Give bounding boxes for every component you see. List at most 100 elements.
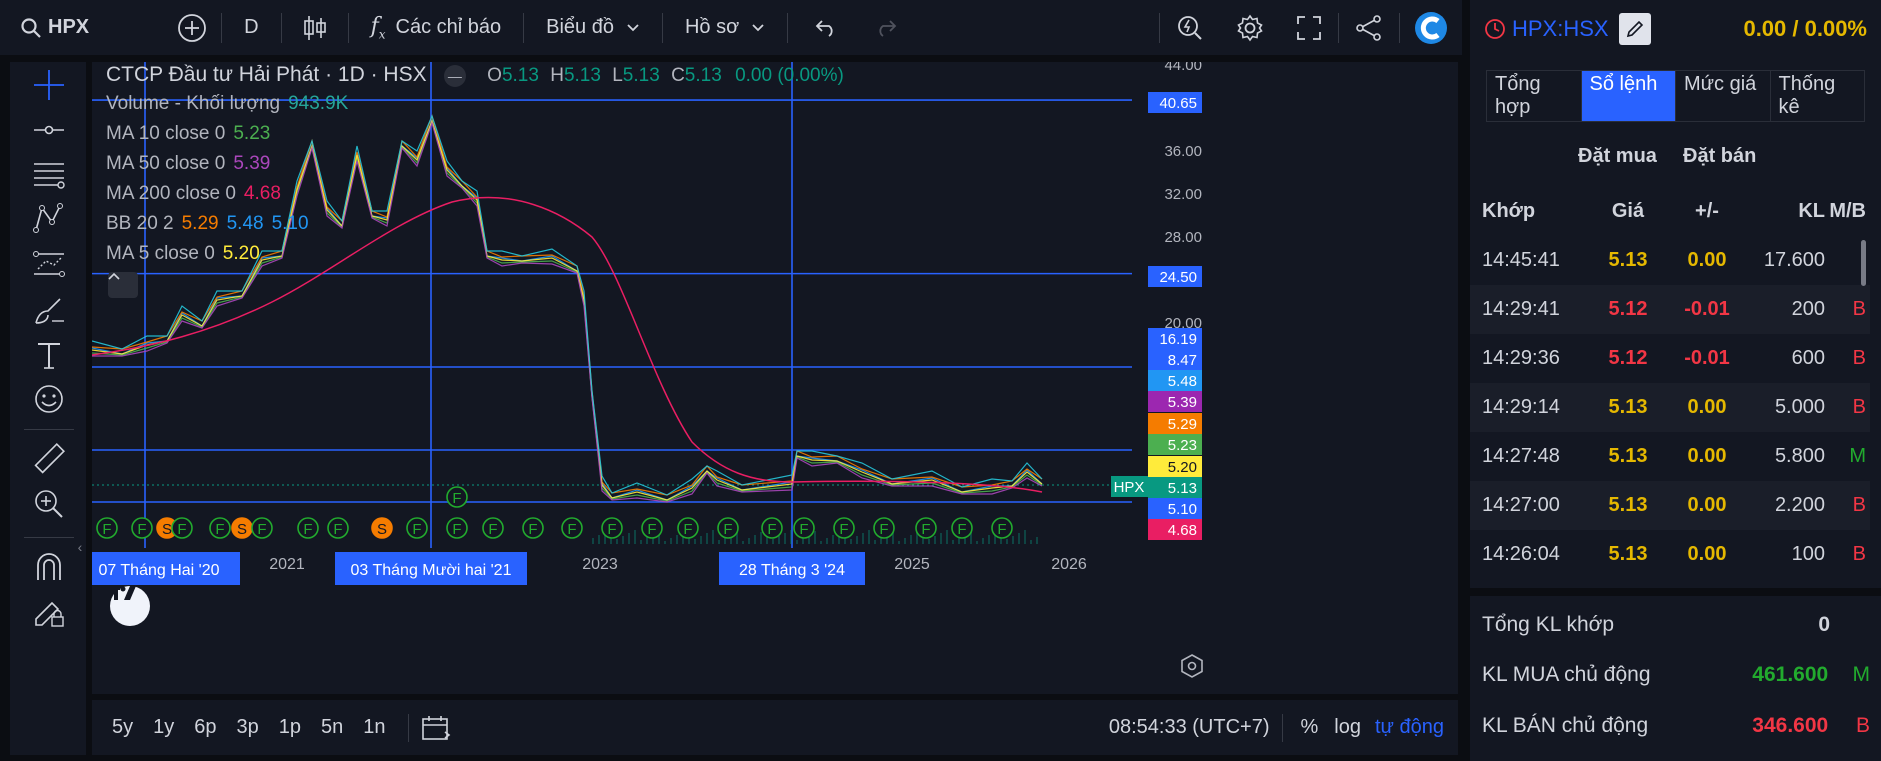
summary-sell-value: 346.600 [1752, 714, 1829, 737]
bb-upper-value: 5.29 [181, 213, 219, 234]
range-5y[interactable]: 5y [102, 716, 143, 739]
top-toolbar: HPX D fx Các chỉ báo Biểu đồ Hồ sơ [0, 0, 1462, 56]
volume-bar [748, 538, 750, 544]
ruler-icon[interactable] [32, 442, 66, 476]
range-1y[interactable]: 1y [143, 716, 184, 739]
chart-settings-button[interactable] [1178, 652, 1206, 680]
fullscreen-button[interactable] [1280, 0, 1338, 56]
summary-total-value: 0 [1818, 613, 1830, 636]
ohlc-low-label: L [612, 65, 623, 86]
trade-row: 14:29:14 5.13 0.00 5.000 B [1470, 383, 1870, 432]
trade-side: B [1852, 494, 1866, 516]
volume-label: Volume - Khối lượng [106, 93, 281, 114]
volume-bar [712, 530, 714, 544]
trade-price: 5.13 [1608, 396, 1648, 418]
auto-scale-toggle[interactable]: tự động [1371, 716, 1458, 739]
magnet-icon[interactable] [32, 550, 66, 584]
buy-header[interactable]: Đặt mua [1578, 145, 1657, 168]
time-axis-label: 2023 [582, 556, 618, 573]
share-button[interactable] [1339, 0, 1399, 56]
trade-volume: 5.000 [1774, 396, 1825, 418]
range-1p[interactable]: 1p [269, 716, 311, 739]
ohlc-close-label: C [671, 65, 685, 86]
chart-menu-label: Biểu đồ [546, 16, 614, 38]
trade-price: 5.13 [1608, 494, 1648, 516]
legend-collapse-button[interactable] [108, 272, 138, 298]
summary-sell-label: KL BÁN chủ động [1482, 714, 1649, 737]
trades-list[interactable]: 14:45:41 5.13 0.00 17.600 14:29:41 5.12 … [1470, 236, 1881, 584]
ma5-label: MA 5 close 0 [106, 243, 215, 264]
sell-header[interactable]: Đặt bán [1683, 145, 1756, 168]
tab-statistics[interactable]: Thống kê [1771, 71, 1865, 121]
search-icon [21, 17, 41, 38]
brand-logo-icon [1415, 11, 1447, 44]
log-toggle[interactable]: log [1324, 716, 1371, 739]
crosshair-icon[interactable] [32, 68, 66, 102]
tab-order-book[interactable]: Sổ lệnh [1581, 71, 1676, 121]
summary-buy-side: M [1852, 663, 1871, 686]
volume-bar [1018, 533, 1020, 544]
trade-panel: HPX:HSX 0.00 / 0.00% Tổng hợp Sổ lệnh Mứ… [1470, 0, 1881, 761]
settings-button[interactable] [1220, 0, 1280, 56]
indicators-button[interactable]: fx Các chỉ báo [349, 0, 524, 56]
trend-line-icon[interactable] [32, 113, 66, 147]
price-tick: 36.00 [1164, 143, 1202, 160]
panel-symbol[interactable]: HPX:HSX [1512, 16, 1609, 42]
fullscreen-icon [1297, 15, 1321, 40]
forecast-icon[interactable] [32, 247, 66, 281]
trade-volume: 5.800 [1774, 445, 1825, 467]
brush-icon[interactable] [32, 293, 66, 327]
event-marker-label: F [412, 521, 421, 538]
range-5n[interactable]: 5n [311, 716, 353, 739]
compare-button[interactable] [163, 0, 221, 56]
zoom-in-icon[interactable] [32, 487, 66, 521]
panel-divider [1470, 588, 1881, 596]
collapse-toolbar-button[interactable]: ‹ [74, 532, 86, 562]
range-1n[interactable]: 1n [353, 716, 395, 739]
trade-side: B [1852, 298, 1866, 320]
ohlc-low: 5.13 [622, 65, 660, 86]
trade-volume: 2.200 [1774, 494, 1825, 516]
text-icon[interactable] [32, 338, 66, 372]
calendar-range-icon[interactable] [421, 714, 451, 742]
pattern-icon[interactable] [32, 202, 66, 236]
trade-change: -0.01 [1684, 347, 1730, 369]
quick-search-button[interactable] [1160, 0, 1220, 56]
ma200-line [92, 196, 1043, 493]
emoji-icon[interactable] [32, 382, 66, 416]
range-6p[interactable]: 6p [184, 716, 226, 739]
tradingview-logo[interactable] [110, 586, 150, 626]
chart-menu-button[interactable]: Biểu đồ [524, 0, 662, 56]
ma10-value: 5.23 [233, 123, 271, 144]
price-chart[interactable]: FFSFFSFFFSFFFFFFFFFFFFFFFFF44.0040.0036.… [92, 62, 1458, 694]
tab-summary[interactable]: Tổng hợp [1487, 71, 1582, 121]
trade-side: B [1852, 347, 1866, 369]
legend-menu-button[interactable]: — [443, 64, 466, 87]
lock-drawing-icon[interactable] [32, 595, 66, 629]
event-marker-label: F [303, 521, 312, 538]
price-badge-label: 5.20 [1168, 459, 1197, 476]
undo-button[interactable] [788, 0, 864, 56]
symbol-search[interactable]: HPX [0, 0, 103, 56]
ohlc-change: 0.00 (0.00%) [735, 65, 844, 86]
range-3p[interactable]: 3p [227, 716, 269, 739]
clock-label[interactable]: 08:54:33 (UTC+7) [1109, 716, 1270, 739]
event-marker-label: F [879, 521, 888, 538]
percent-toggle[interactable]: % [1295, 716, 1325, 739]
lightning-search-icon [1178, 15, 1202, 40]
chart-style-button[interactable] [282, 0, 348, 56]
undo-icon [815, 19, 833, 37]
tab-price-levels[interactable]: Mức giá [1676, 71, 1771, 121]
volume-bar [772, 539, 774, 544]
event-marker-label: F [567, 521, 576, 538]
edit-symbol-button[interactable] [1618, 13, 1651, 45]
redo-button[interactable] [864, 0, 908, 56]
ma50-line [92, 120, 1043, 502]
ohlc-close: 5.13 [684, 65, 722, 86]
fib-lines-icon[interactable] [32, 158, 66, 192]
event-marker-label: F [723, 521, 732, 538]
profile-menu-button[interactable]: Hồ sơ [663, 0, 787, 56]
trades-scrollbar[interactable] [1861, 240, 1866, 286]
interval-button[interactable]: D [222, 0, 280, 56]
chart-canvas[interactable]: FFSFFSFFFSFFFFFFFFFFFFFFFFF44.0040.0036.… [92, 62, 1458, 694]
